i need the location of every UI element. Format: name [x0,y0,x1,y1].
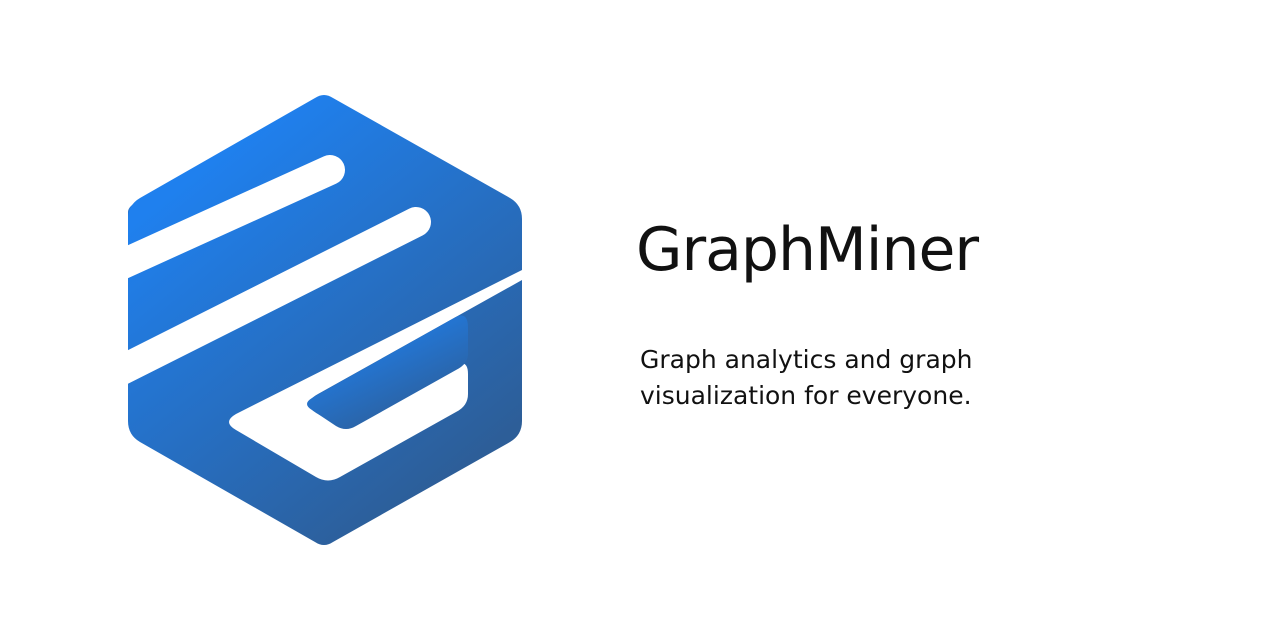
tagline-line-2: visualization for everyone. [640,381,972,410]
graphminer-logo-icon [124,95,522,545]
product-name: GraphMiner [636,215,979,285]
tagline-line-1: Graph analytics and graph [640,345,973,374]
tagline: Graph analytics and graph visualization … [640,342,1080,414]
banner: GraphMiner Graph analytics and graph vis… [0,0,1280,640]
